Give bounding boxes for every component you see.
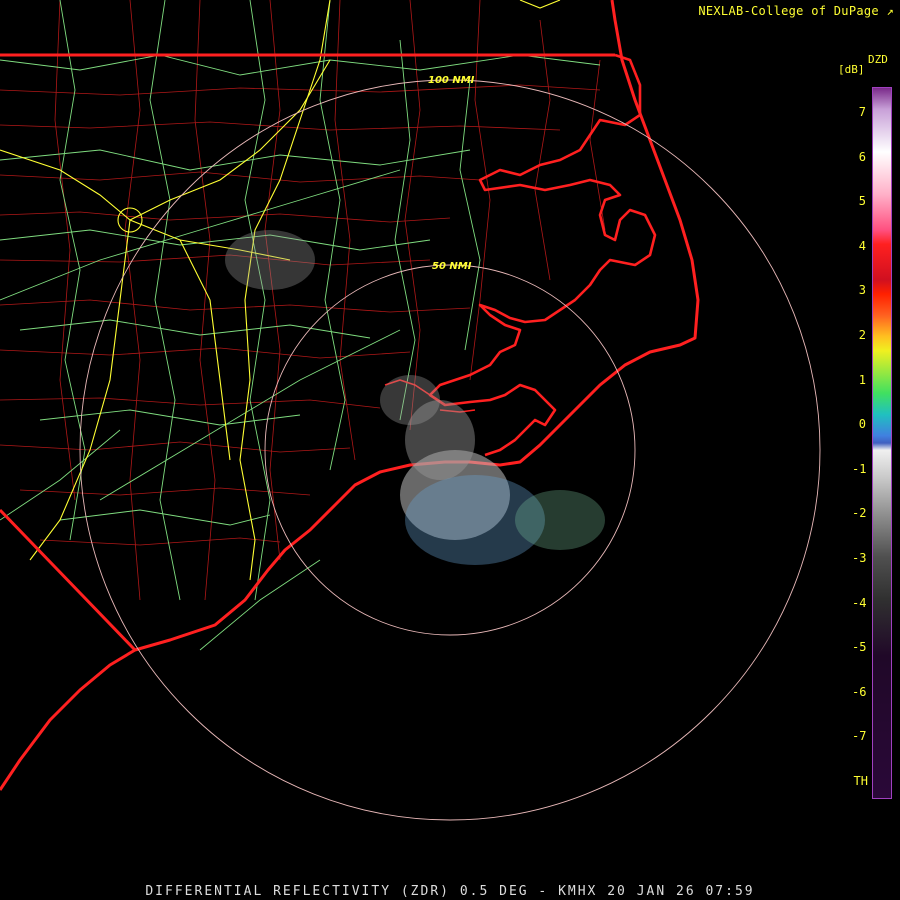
state-borders [0,0,700,791]
colorbar-tick-label: -7 [852,729,867,744]
colorbar-tick-label: 6 [858,149,866,164]
colorbar-tick-label: 0 [858,417,866,432]
colorbar-tick-label: -4 [852,595,867,610]
colorbar-tick-label: TH [853,774,868,788]
logo-icon: ↗ [886,4,894,18]
atlantic-coastline [0,0,700,791]
colorbar [872,87,892,799]
range-ring-100nmi-label: 100 NMI [428,75,475,86]
colorbar-tick-label: 3 [858,283,866,298]
credit-text: NEXLAB-College of DuPage [698,4,879,18]
colorbar-tick-label: -1 [852,461,867,476]
colorbar-tick-label: 4 [858,238,866,253]
product-caption: DIFFERENTIAL REFLECTIVITY (ZDR) 0.5 DEG … [145,884,755,899]
colorbar-tick-label: -6 [852,684,867,699]
colorbar-tick-label: -5 [852,640,867,655]
colorbar-tick-label: -3 [852,551,867,565]
colorbar-tick-label: -2 [852,506,867,521]
colorbar-tick-label: 1 [858,372,866,387]
colorbar-tick-label: 7 [858,105,866,119]
colorbar-tick-label: 5 [858,194,866,209]
credit-label: NEXLAB-College of DuPage ↗ [698,4,894,18]
colorbar-tick-label: 2 [858,328,866,342]
radar-returns [225,230,605,565]
nc-sc-border [0,508,137,652]
radar-map: 50 NMI 100 NMI [0,0,821,821]
colorbar-product: DZD [868,53,888,66]
colorbar-unit: [dB] [838,63,865,76]
pamlico-sound-shore [428,53,657,457]
range-ring-50nmi-label: 50 NMI [432,261,472,272]
